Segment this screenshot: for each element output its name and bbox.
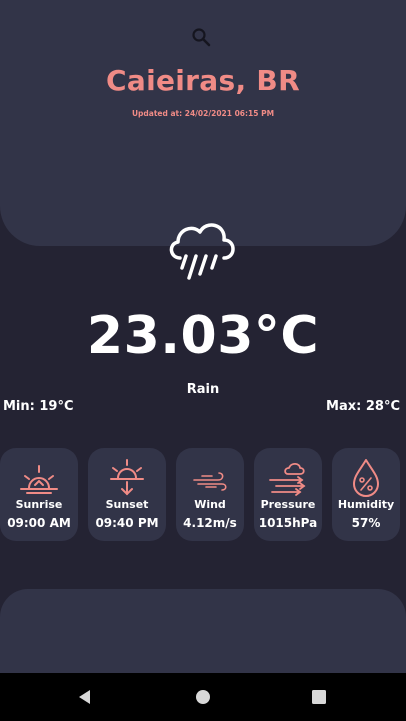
sunset-card: Sunset 09:40 PM: [88, 448, 166, 541]
updated-timestamp: Updated at: 24/02/2021 06:15 PM: [131, 109, 275, 118]
pressure-value: 1015hPa: [258, 516, 318, 530]
rain-cloud-icon: [169, 223, 235, 280]
pressure-label: Pressure: [260, 498, 316, 511]
nav-home-button[interactable]: [193, 687, 213, 707]
sunset-value: 09:40 PM: [95, 516, 159, 530]
nav-back-button[interactable]: [75, 687, 95, 707]
min-temperature: Min: 19°C: [3, 399, 74, 414]
current-temperature: 23.03°C: [86, 306, 320, 366]
sunrise-card: Sunrise 09:00 AM: [0, 448, 78, 541]
home-circle-icon: [196, 690, 210, 704]
humidity-label: Humidity: [337, 498, 395, 511]
wind-label: Wind: [194, 498, 226, 511]
humidity-icon: [353, 459, 379, 497]
pressure-card: Pressure 1015hPa: [254, 448, 322, 541]
wind-value: 4.12m/s: [183, 516, 237, 530]
sunrise-icon: [20, 465, 58, 494]
max-temperature: Max: 28°C: [326, 399, 400, 414]
sunset-label: Sunset: [105, 498, 149, 511]
sunset-icon: [110, 459, 144, 496]
sunrise-value: 09:00 AM: [7, 516, 71, 530]
weather-description: Rain: [186, 382, 220, 397]
nav-recents-button[interactable]: [309, 687, 329, 707]
back-triangle-icon: [79, 690, 90, 704]
wind-card: Wind 4.12m/s: [176, 448, 244, 541]
city-name: Caieiras, BR: [106, 64, 300, 97]
bottom-panel: [0, 589, 406, 673]
header-panel: Caieiras, BR Updated at: 24/02/2021 06:1…: [0, 0, 406, 246]
search-icon: [192, 28, 211, 47]
search-button[interactable]: [190, 26, 212, 48]
wind-icon: [193, 472, 227, 491]
sunrise-label: Sunrise: [15, 498, 63, 511]
pressure-icon: [269, 462, 306, 496]
humidity-value: 57%: [351, 516, 381, 530]
recents-square-icon: [312, 690, 326, 704]
humidity-card: Humidity 57%: [332, 448, 400, 541]
android-navigation-bar: [0, 673, 406, 721]
